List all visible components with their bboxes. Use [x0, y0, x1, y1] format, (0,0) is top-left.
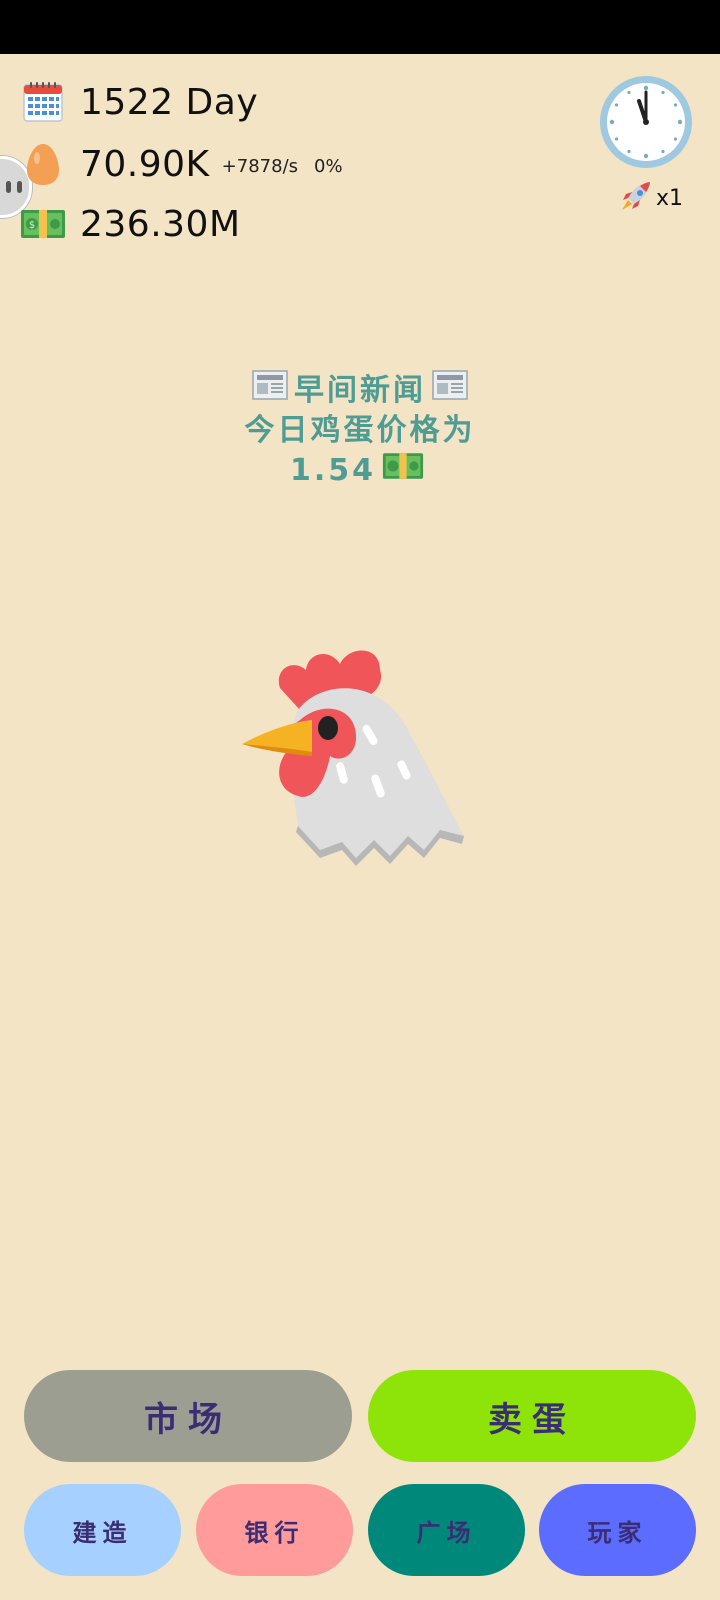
egg-count: 70.90K — [80, 143, 210, 185]
egg-percent: 0% — [314, 155, 343, 177]
plaza-button[interactable]: 广场 — [368, 1484, 525, 1576]
build-button[interactable]: 建造 — [24, 1484, 181, 1576]
egg-stat: 70.90K +7878/s 0% — [20, 138, 343, 190]
money-icon: $ — [20, 201, 66, 247]
player-button[interactable]: 玩家 — [539, 1484, 696, 1576]
status-bar — [0, 0, 720, 54]
egg-price: 1.54 — [289, 453, 377, 488]
chicken-icon[interactable] — [240, 640, 480, 880]
money-icon — [382, 451, 424, 491]
money-value: 236.30M — [80, 203, 241, 245]
news-title: 早间新闻 — [294, 372, 426, 408]
bank-button[interactable]: 银行 — [196, 1484, 353, 1576]
egg-rate: +7878/s — [221, 155, 299, 177]
rocket-icon — [620, 180, 654, 216]
news-text: 今日鸡蛋价格为 — [244, 413, 476, 448]
clock-icon[interactable] — [598, 74, 694, 170]
money-stat: $ 236.30M — [20, 198, 241, 250]
news-price-row: 1.54 — [0, 451, 720, 491]
calendar-icon — [20, 79, 66, 125]
market-button[interactable]: 市场 — [24, 1370, 352, 1462]
sell-eggs-button[interactable]: 卖蛋 — [368, 1370, 696, 1462]
news-title-row: 早间新闻 — [0, 370, 720, 411]
speed-label: x1 — [656, 185, 684, 211]
svg-text:$: $ — [29, 220, 35, 231]
day-stat: 1522 Day — [20, 76, 258, 128]
newspaper-icon — [252, 370, 288, 411]
morning-news: 早间新闻 今日鸡蛋价格为 1.54 — [0, 370, 720, 491]
newspaper-icon — [432, 370, 468, 411]
egg-icon — [20, 141, 66, 187]
speed-multiplier[interactable]: x1 — [620, 180, 683, 216]
day-value: 1522 Day — [80, 81, 259, 123]
